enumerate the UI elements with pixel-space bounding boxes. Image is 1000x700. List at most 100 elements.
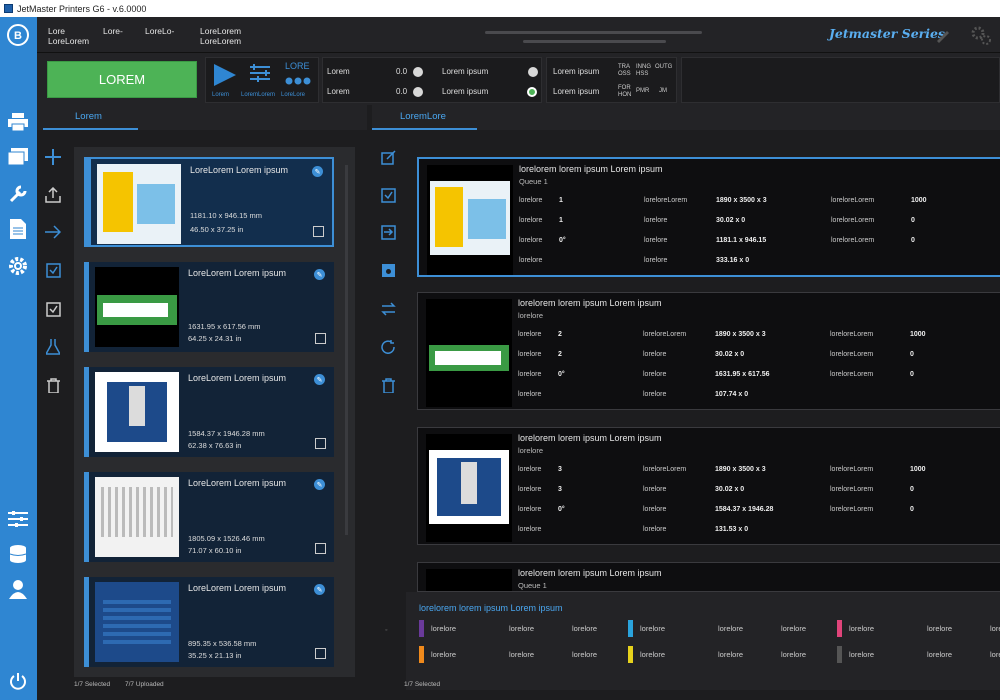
sliders-icon[interactable] <box>6 507 30 531</box>
ink-label: lorelore <box>849 624 875 633</box>
job-dim-mm: 1584.37 x 1946.28 mm <box>188 429 265 438</box>
pin-icon[interactable]: ✎ <box>314 269 325 280</box>
queue-cell: loreloreLorem <box>830 466 874 473</box>
ink-label: lorelore <box>640 624 666 633</box>
arrow-right-icon[interactable] <box>43 222 63 242</box>
ipsum-dot-1 <box>528 67 538 77</box>
queue-cell: lorelore <box>518 526 542 533</box>
pin-icon[interactable]: ✎ <box>312 166 323 177</box>
queue-cell: 0 <box>911 237 915 244</box>
pin-icon[interactable]: ✎ <box>314 584 325 595</box>
import-icon[interactable] <box>378 222 398 242</box>
printer-icon[interactable] <box>6 110 30 134</box>
queue-cell: lorelore <box>518 331 542 338</box>
pen-icon[interactable] <box>935 27 951 48</box>
start-button[interactable]: LOREM <box>47 61 197 98</box>
wrench-icon[interactable] <box>6 182 30 206</box>
queue-cell: 1890 x 3500 x 3 <box>716 197 767 204</box>
trash-icon[interactable] <box>378 375 398 395</box>
queue-item-2[interactable]: lorelorem lorem ipsum Lorem ipsum lorelo… <box>417 292 1000 410</box>
status-value-1: 0.0 <box>396 67 408 76</box>
add-icon[interactable] <box>43 147 63 167</box>
ink-label: lorelore <box>990 650 1000 659</box>
edit-icon[interactable] <box>378 147 398 167</box>
info-field-3: LoreLo- <box>145 26 175 36</box>
ink-panel-title: lorelorem lorem ipsum Lorem ipsum <box>419 603 563 613</box>
queue-item-3[interactable]: lorelorem lorem ipsum Lorem ipsum lorelo… <box>417 427 1000 545</box>
edit-icon[interactable] <box>315 543 326 554</box>
queue-cell: loreloreLorem <box>830 351 874 358</box>
queue-item-1[interactable]: lorelorem lorem ipsum Lorem ipsum Queue … <box>417 157 1000 277</box>
upload-icon[interactable] <box>43 185 63 205</box>
database-icon[interactable] <box>6 542 30 566</box>
play-icon[interactable] <box>214 64 236 91</box>
tab-lorem[interactable]: Lorem <box>75 111 102 122</box>
queue-cell: 0° <box>558 371 565 378</box>
app-icon <box>4 4 13 13</box>
ink-label: lorelore <box>509 650 535 659</box>
swap-icon[interactable] <box>378 299 398 319</box>
queue-cell: 1 <box>559 217 563 224</box>
right-panel: ◦ lorelorem lorem ipsum Lorem ipsum Queu… <box>372 130 1000 695</box>
queue-cell: 107.74 x 0 <box>715 391 749 398</box>
svg-text:B: B <box>14 30 22 42</box>
ink-label: lorelore <box>572 650 598 659</box>
save-icon[interactable] <box>378 260 398 280</box>
info-field-4: LoreLorem LoreLorem <box>200 26 242 46</box>
top-info-bar: Lore LoreLorem Lore- LoreLo- LoreLorem L… <box>37 17 1000 53</box>
mode-code-5: PMR <box>636 88 650 94</box>
collapse-handle-icon[interactable]: ◦ <box>385 627 387 634</box>
drops-icon[interactable] <box>285 73 311 91</box>
job-dim-mm: 895.35 x 536.58 mm <box>188 639 257 648</box>
mode-label-2: Lorem ipsum <box>553 87 600 96</box>
queue-cell: 1890 x 3500 x 3 <box>715 331 766 338</box>
select-all-icon[interactable] <box>43 260 63 280</box>
gears-icon[interactable] <box>971 25 991 50</box>
queue-title: lorelorem lorem ipsum Lorem ipsum <box>519 164 663 174</box>
edit-icon[interactable] <box>315 333 326 344</box>
job-card-5[interactable]: LoreLorem Lorem ipsum 895.35 x 536.58 mm… <box>84 577 334 667</box>
status-label-2: Lorem <box>327 87 350 96</box>
sidebar: B <box>0 17 37 700</box>
queue-cell: lorelore <box>643 486 667 493</box>
mode-code-3: OUTG <box>655 64 673 70</box>
document-icon[interactable] <box>6 217 30 241</box>
checkbox-icon[interactable] <box>43 299 63 319</box>
tab-loremlore[interactable]: LoremLore <box>400 111 446 122</box>
status-dot-1 <box>413 67 423 77</box>
edit-icon[interactable] <box>313 226 324 237</box>
edit-icon[interactable] <box>315 648 326 659</box>
trash-icon[interactable] <box>43 375 63 395</box>
pin-icon[interactable]: ✎ <box>314 374 325 385</box>
pin-icon[interactable]: ✎ <box>314 479 325 490</box>
queue-subtitle: lorelore <box>518 446 544 455</box>
queue-cell: 1584.37 x 1946.28 <box>715 506 774 513</box>
job-card-4[interactable]: LoreLorem Lorem ipsum 1805.09 x 1526.46 … <box>84 472 334 562</box>
queue-cell: 1890 x 3500 x 3 <box>715 466 766 473</box>
queue-subtitle: Queue 1 <box>518 581 547 590</box>
edit-icon[interactable] <box>315 438 326 449</box>
right-tabbar: LoremLore <box>372 105 1000 131</box>
queue-cell: loreloreLorem <box>831 217 875 224</box>
settings-icon[interactable] <box>6 254 30 278</box>
job-dim-in: 64.25 x 24.31 in <box>188 334 242 343</box>
queue-cell: lorelore <box>518 506 542 513</box>
queue-cell: lorelore <box>643 351 667 358</box>
refresh-icon[interactable] <box>378 337 398 357</box>
job-dim-in: 46.50 x 37.25 in <box>190 225 244 234</box>
job-card-1[interactable]: LoreLorem Lorem ipsum 1181.10 x 946.15 m… <box>84 157 334 247</box>
queue-cell: 30.02 x 0 <box>716 217 746 224</box>
jobs-icon[interactable] <box>6 145 30 169</box>
play-label: Lorem <box>212 92 230 98</box>
queue-cell: 0 <box>910 486 914 493</box>
job-list-scrollbar[interactable] <box>345 165 348 535</box>
job-card-2[interactable]: LoreLorem Lorem ipsum 1631.95 x 617.56 m… <box>84 262 334 352</box>
job-card-3[interactable]: LoreLorem Lorem ipsum 1584.37 x 1946.28 … <box>84 367 334 457</box>
flask-icon[interactable] <box>43 337 63 357</box>
queue-item-4[interactable]: lorelorem lorem ipsum Lorem ipsum Queue … <box>417 562 1000 592</box>
power-icon[interactable] <box>6 669 30 693</box>
drops-label: LoreLore <box>281 92 306 98</box>
user-icon[interactable] <box>6 577 30 601</box>
check-icon[interactable] <box>378 185 398 205</box>
align-icon[interactable] <box>248 63 272 90</box>
